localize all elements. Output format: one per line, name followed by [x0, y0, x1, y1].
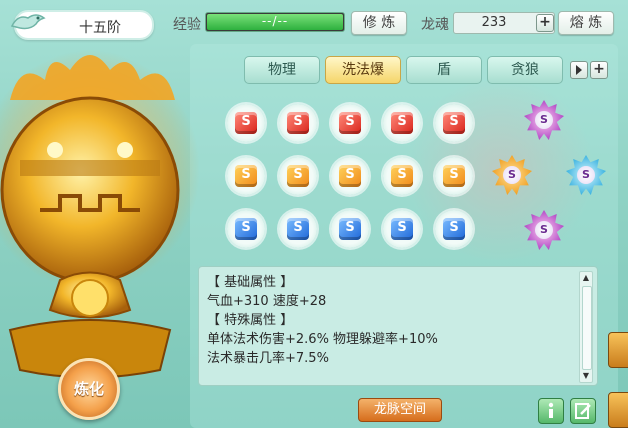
tab-shield[interactable]: 盾: [406, 56, 482, 84]
gem-symbol: S: [449, 114, 459, 129]
gem-symbol: S: [449, 220, 459, 235]
special-attr-line-1: 单体法术伤害+2.6% 物理躲避率+10%: [207, 332, 438, 347]
dragon-cauldron-artwork: [0, 50, 200, 379]
blue-gem-icon: S: [391, 218, 413, 240]
soul-value: 233: [481, 15, 507, 30]
gem-slot-red[interactable]: S: [435, 104, 473, 142]
gem-symbol: S: [345, 220, 355, 235]
orange-gem-icon: S: [443, 165, 465, 187]
special-attr-header: 【 特殊属性 】: [207, 313, 294, 328]
scroll-down-icon[interactable]: ▼: [580, 370, 592, 382]
gem-symbol: S: [449, 167, 459, 182]
gem-symbol: S: [345, 114, 355, 129]
gem-symbol: S: [293, 167, 303, 182]
refine-button[interactable]: 炼化: [58, 358, 120, 420]
basic-attr-line: 气血+310 速度+28: [207, 294, 327, 309]
gem-symbol: S: [241, 167, 251, 182]
gem-slot-orange[interactable]: S: [227, 157, 265, 195]
game-panel: 十五阶 经验 --/-- 修 炼 龙魂 233 + 熔 炼 物理 洗法爆 盾 贪…: [0, 0, 628, 428]
dragon-emblem-icon: [10, 14, 46, 30]
star-gem-symbol: S: [535, 111, 553, 129]
red-gem-icon: S: [235, 112, 257, 134]
side-menu-icon-2[interactable]: [608, 392, 628, 428]
red-gem-icon: S: [391, 112, 413, 134]
gem-slot-orange[interactable]: S: [383, 157, 421, 195]
gem-slot-orange[interactable]: S: [435, 157, 473, 195]
orange-gem-icon: S: [287, 165, 309, 187]
soul-value-box: 233 +: [453, 12, 555, 34]
exp-label: 经验: [173, 17, 201, 33]
special-attr-line-2: 法术暴击几率+7.5%: [207, 351, 329, 366]
star-gem-slot[interactable]: S: [566, 155, 606, 195]
gem-slot-red[interactable]: S: [383, 104, 421, 142]
tab-spell-crit[interactable]: 洗法爆: [325, 56, 401, 84]
gem-symbol: S: [293, 220, 303, 235]
gem-slot-red[interactable]: S: [227, 104, 265, 142]
gem-symbol: S: [293, 114, 303, 129]
orange-gem-icon: S: [339, 165, 361, 187]
cultivate-button[interactable]: 修 炼: [351, 11, 407, 35]
side-menu-icon-1[interactable]: [608, 332, 628, 368]
orange-gem-icon: S: [391, 165, 413, 187]
star-gem-slot[interactable]: S: [524, 210, 564, 250]
gem-symbol: S: [345, 167, 355, 182]
attr-scrollbar[interactable]: ▲ ▼: [579, 271, 593, 383]
gem-slot-blue[interactable]: S: [435, 210, 473, 248]
red-gem-icon: S: [443, 112, 465, 134]
blue-gem-icon: S: [235, 218, 257, 240]
tab-add-button[interactable]: +: [590, 61, 608, 79]
gem-slot-blue[interactable]: S: [331, 210, 369, 248]
gem-slot-red[interactable]: S: [279, 104, 317, 142]
smelt-button[interactable]: 熔 炼: [558, 11, 614, 35]
scroll-thumb[interactable]: [582, 286, 592, 370]
level-label: 十五阶: [79, 20, 121, 36]
tab-physical[interactable]: 物理: [244, 56, 320, 84]
basic-attr-header: 【 基础属性 】: [207, 275, 294, 290]
dragon-space-button[interactable]: 龙脉空间: [358, 398, 442, 422]
blue-gem-icon: S: [339, 218, 361, 240]
gem-symbol: S: [397, 114, 407, 129]
tab-next-icon[interactable]: [570, 61, 588, 79]
star-gem-symbol: S: [503, 166, 521, 184]
gem-slot-blue[interactable]: S: [227, 210, 265, 248]
exp-value: --/--: [261, 14, 289, 28]
gem-slot-orange[interactable]: S: [331, 157, 369, 195]
exp-progress-bar: --/--: [205, 12, 345, 32]
star-gem-symbol: S: [535, 221, 553, 239]
orange-gem-icon: S: [235, 165, 257, 187]
blue-gem-icon: S: [287, 218, 309, 240]
attribute-panel: 【 基础属性 】 气血+310 速度+28 【 特殊属性 】 单体法术伤害+2.…: [198, 266, 598, 386]
gem-slot-blue[interactable]: S: [383, 210, 421, 248]
gem-symbol: S: [397, 167, 407, 182]
gem-symbol: S: [397, 220, 407, 235]
info-icon[interactable]: [538, 398, 564, 424]
red-gem-icon: S: [287, 112, 309, 134]
blue-gem-icon: S: [443, 218, 465, 240]
scroll-up-icon[interactable]: ▲: [580, 272, 592, 284]
star-gem-slot[interactable]: S: [492, 155, 532, 195]
tab-tanlang[interactable]: 贪狼: [487, 56, 563, 84]
gem-symbol: S: [241, 220, 251, 235]
star-gem-slot[interactable]: S: [524, 100, 564, 140]
edit-icon[interactable]: [570, 398, 596, 424]
soul-label: 龙魂: [421, 17, 449, 33]
soul-add-button[interactable]: +: [536, 14, 554, 32]
gem-symbol: S: [241, 114, 251, 129]
gem-slot-orange[interactable]: S: [279, 157, 317, 195]
star-gem-symbol: S: [577, 166, 595, 184]
gem-slot-blue[interactable]: S: [279, 210, 317, 248]
gem-slot-red[interactable]: S: [331, 104, 369, 142]
red-gem-icon: S: [339, 112, 361, 134]
level-box: 十五阶: [10, 10, 154, 40]
